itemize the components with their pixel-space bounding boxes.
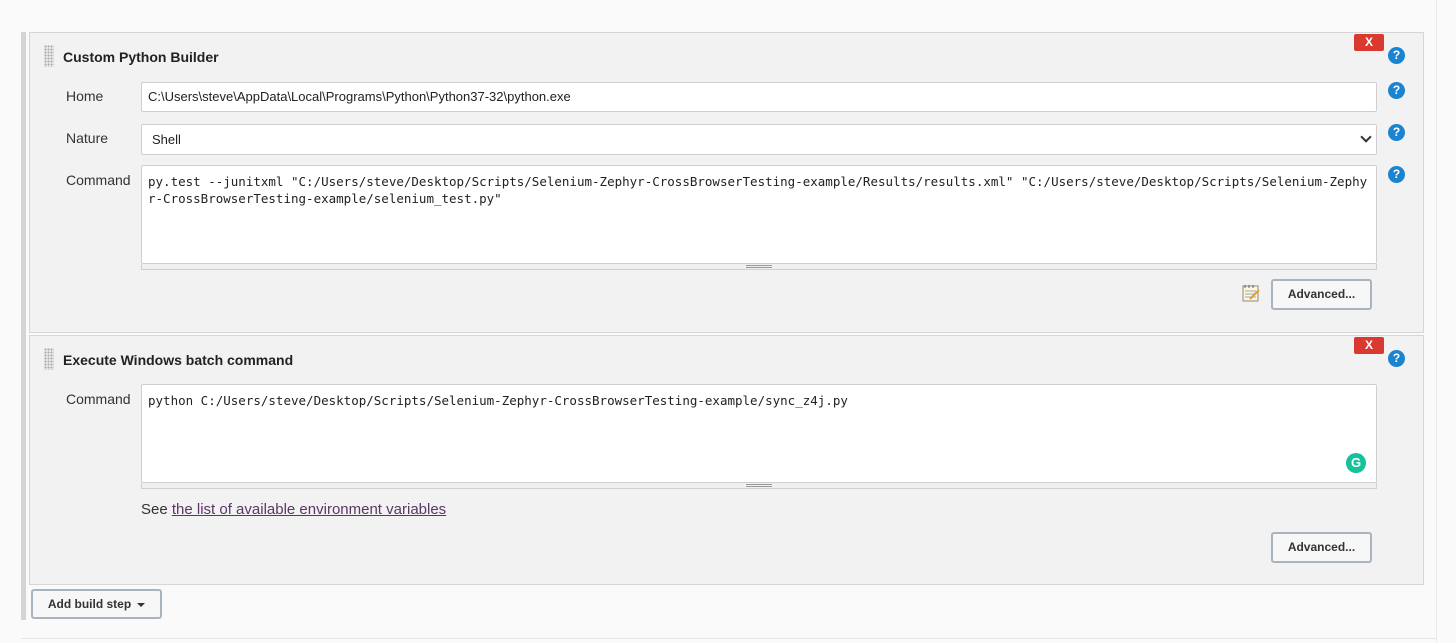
chevron-down-icon: [1360, 131, 1372, 143]
delete-step-button[interactable]: X: [1354, 337, 1384, 354]
nature-selected-value: Shell: [152, 132, 181, 147]
container-side-bar: [21, 32, 26, 620]
custom-python-builder-section: Custom Python Builder X ? Home C:\Users\…: [29, 32, 1424, 333]
env-vars-prefix: See: [141, 501, 172, 518]
command-textarea[interactable]: python C:/Users/steve/Desktop/Scripts/Se…: [141, 384, 1377, 483]
home-help-icon[interactable]: ?: [1388, 82, 1405, 99]
build-steps-panel: Custom Python Builder X ? Home C:\Users\…: [0, 0, 1456, 643]
textarea-resize-handle[interactable]: [141, 264, 1377, 270]
bottom-divider: [21, 638, 1436, 639]
nature-help-icon[interactable]: ?: [1388, 124, 1405, 141]
drag-handle-icon[interactable]: [44, 45, 54, 67]
advanced-button[interactable]: Advanced...: [1271, 279, 1372, 310]
home-input[interactable]: C:\Users\steve\AppData\Local\Programs\Py…: [141, 82, 1377, 112]
section-title: Execute Windows batch command: [63, 352, 294, 368]
command-label: Command: [66, 391, 131, 407]
drag-handle-icon[interactable]: [44, 348, 54, 370]
resize-grip-icon: [746, 484, 772, 487]
notepad-icon[interactable]: [1241, 283, 1261, 303]
home-label: Home: [66, 88, 104, 104]
help-icon[interactable]: ?: [1388, 350, 1405, 367]
env-vars-link[interactable]: the list of available environment variab…: [172, 501, 446, 518]
command-label: Command: [66, 172, 131, 188]
delete-step-button[interactable]: X: [1354, 34, 1384, 51]
command-textarea[interactable]: py.test --junitxml "C:/Users/steve/Deskt…: [141, 165, 1377, 264]
nature-select[interactable]: Shell: [141, 124, 1377, 155]
resize-grip-icon: [746, 265, 772, 268]
add-build-step-label: Add build step: [47, 597, 132, 611]
env-vars-note: See the list of available environment va…: [141, 501, 446, 518]
advanced-button[interactable]: Advanced...: [1271, 532, 1372, 563]
help-icon[interactable]: ?: [1388, 47, 1405, 64]
command-help-icon[interactable]: ?: [1388, 166, 1405, 183]
grammarly-icon[interactable]: G: [1346, 453, 1366, 473]
execute-windows-batch-section: Execute Windows batch command X ? Comman…: [29, 335, 1424, 585]
section-title: Custom Python Builder: [63, 49, 219, 65]
right-divider: [1436, 0, 1437, 643]
nature-label: Nature: [66, 130, 109, 146]
textarea-resize-handle[interactable]: [141, 483, 1377, 489]
add-build-step-button[interactable]: Add build step: [31, 589, 162, 619]
caret-down-icon: [137, 602, 146, 607]
